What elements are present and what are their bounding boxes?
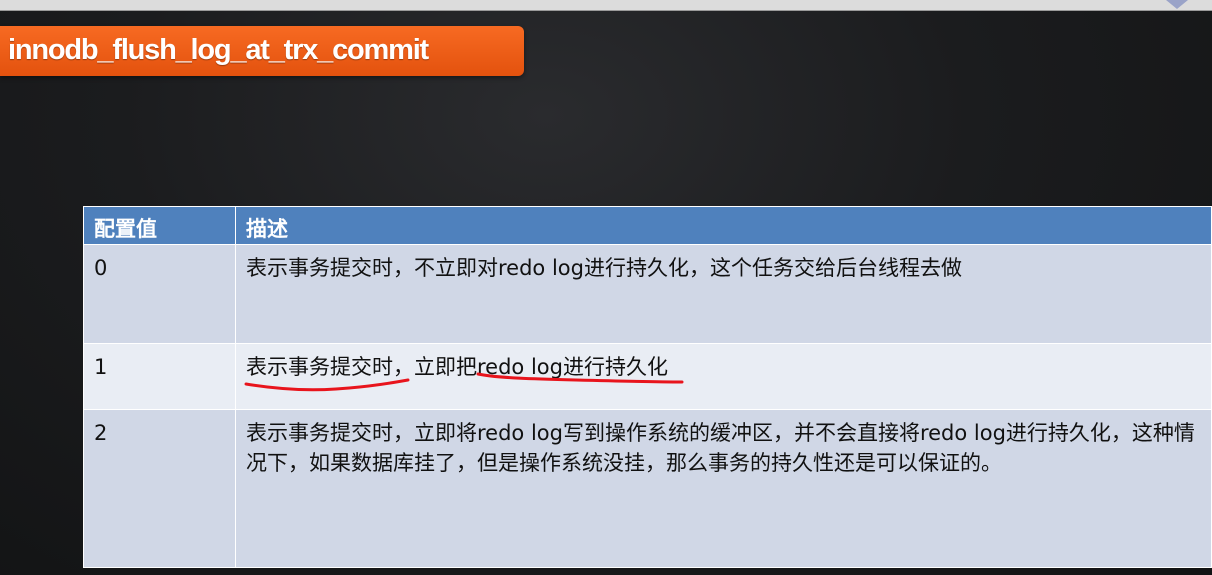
config-value-cell: 1 xyxy=(83,343,236,410)
config-value-cell: 2 xyxy=(83,409,236,568)
description-cell: 表示事务提交时，不立即对redo log进行持久化，这个任务交给后台线程去做 xyxy=(235,244,1212,344)
config-value-cell: 0 xyxy=(83,244,236,344)
slide-title: innodb_flush_log_at_trx_commit xyxy=(8,34,429,66)
header-config-value: 配置值 xyxy=(83,206,236,245)
config-table: 配置值 描述 0 表示事务提交时，不立即对redo log进行持久化，这个任务交… xyxy=(83,206,1212,568)
table-row: 2 表示事务提交时，立即将redo log写到操作系统的缓冲区，并不会直接将re… xyxy=(83,409,1212,568)
description-cell-annotated: 表示事务提交时，立即把redo log进行持久化 xyxy=(235,343,1212,410)
top-toolbar-strip xyxy=(0,0,1212,11)
description-cell: 表示事务提交时，立即将redo log写到操作系统的缓冲区，并不会直接将redo… xyxy=(235,409,1212,568)
table-row: 0 表示事务提交时，不立即对redo log进行持久化，这个任务交给后台线程去做 xyxy=(83,244,1212,344)
table-header-row: 配置值 描述 xyxy=(83,206,1212,245)
description-text: 表示事务提交时，立即把redo log进行持久化 xyxy=(246,355,668,379)
header-description: 描述 xyxy=(235,206,1212,245)
table-row: 1 表示事务提交时，立即把redo log进行持久化 xyxy=(83,343,1212,410)
title-banner: innodb_flush_log_at_trx_commit xyxy=(0,26,524,76)
underline-stroke-1 xyxy=(244,378,410,392)
